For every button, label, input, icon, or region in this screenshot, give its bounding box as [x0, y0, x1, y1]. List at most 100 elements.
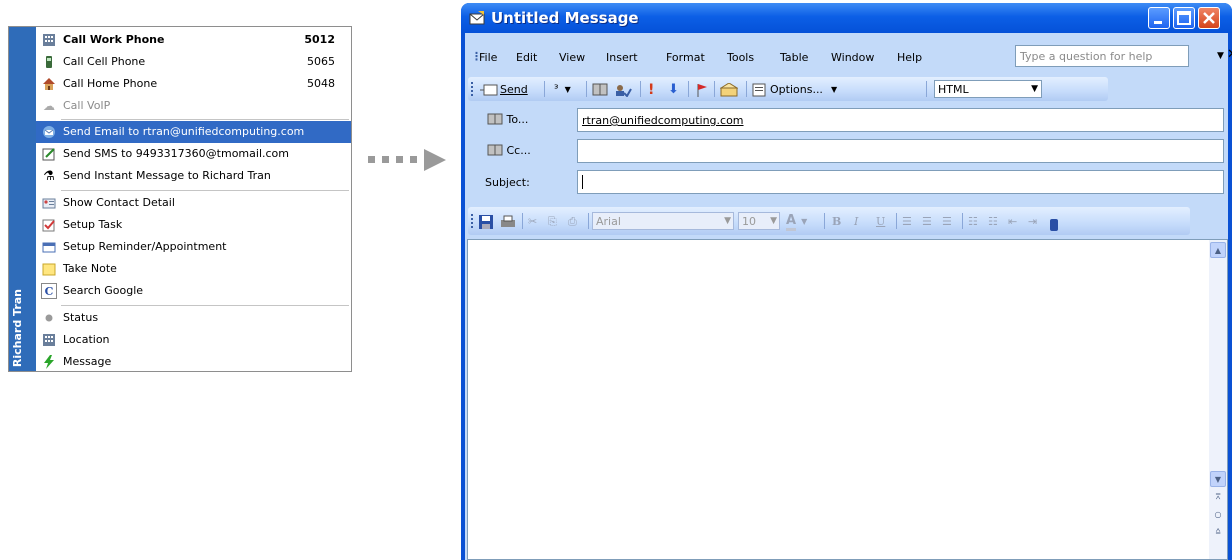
- menu-item-search-google[interactable]: C Search Google: [36, 280, 351, 302]
- save-button[interactable]: [479, 213, 493, 230]
- bullets-button[interactable]: ☷: [988, 213, 998, 230]
- bold-button[interactable]: B: [832, 213, 841, 230]
- text-cursor: [582, 175, 583, 189]
- message-format-select[interactable]: HTML ▼: [934, 80, 1042, 98]
- menu-item-call-home-phone[interactable]: Call Home Phone 5048: [36, 73, 351, 95]
- underline-button[interactable]: U: [876, 213, 885, 230]
- align-center-icon: ☰: [922, 215, 932, 228]
- menu-item-setup-reminder[interactable]: Setup Reminder/Appointment: [36, 236, 351, 258]
- paste-icon: ⎙: [568, 214, 577, 228]
- send-icon: [480, 84, 498, 95]
- cc-field[interactable]: [577, 139, 1224, 163]
- numbering-button[interactable]: ☷: [968, 213, 978, 230]
- menu-tools[interactable]: Tools: [727, 51, 754, 64]
- menu-item-call-voip[interactable]: ☁ Call VoIP: [36, 95, 351, 117]
- cc-button[interactable]: Cc...: [487, 144, 531, 157]
- align-right-button[interactable]: ☰: [942, 213, 952, 230]
- voip-icon: ☁: [43, 99, 55, 113]
- menu-edit[interactable]: Edit: [516, 51, 537, 64]
- scroll-down-button[interactable]: ▼: [1210, 471, 1226, 487]
- address-book-icon: [487, 113, 503, 125]
- instant-message-icon: ⚗: [43, 168, 55, 184]
- menu-separator: [61, 305, 349, 306]
- close-button[interactable]: [1198, 7, 1220, 29]
- bold-icon: B: [832, 215, 842, 228]
- subject-label: Subject:: [485, 176, 530, 189]
- arrow-dot: [396, 156, 403, 163]
- to-field[interactable]: rtran@unifiedcomputing.com: [577, 108, 1224, 132]
- minimize-button[interactable]: [1148, 7, 1170, 29]
- location-icon: [41, 332, 57, 348]
- menu-item-take-note[interactable]: Take Note: [36, 258, 351, 280]
- menu-table[interactable]: Table: [780, 51, 808, 64]
- increase-indent-button[interactable]: ⇥: [1028, 213, 1037, 230]
- menu-item-send-email[interactable]: Send Email to rtran@unifiedcomputing.com: [36, 121, 351, 143]
- toolbar-options-chevron[interactable]: [1050, 219, 1058, 231]
- next-object-button[interactable]: ⩠: [1210, 523, 1226, 539]
- select-browse-object-button[interactable]: ○: [1210, 506, 1226, 522]
- calendar-icon: [41, 239, 57, 255]
- menu-insert[interactable]: Insert: [606, 51, 638, 64]
- permission-button[interactable]: [720, 81, 738, 98]
- subject-field[interactable]: [577, 170, 1224, 194]
- arrow-dot: [368, 156, 375, 163]
- attach-file-button[interactable]: ᵌ ▼: [554, 81, 571, 98]
- vertical-scrollbar[interactable]: ▲ ▼ ⩞ ○ ⩠: [1209, 240, 1227, 559]
- arrow-head-icon: [424, 149, 446, 171]
- message-body-editor[interactable]: ▲ ▼ ⩞ ○ ⩠: [467, 239, 1228, 560]
- italic-button[interactable]: I: [854, 213, 858, 230]
- print-button[interactable]: [500, 213, 516, 230]
- paste-button[interactable]: ⎙: [568, 213, 577, 230]
- font-name-select[interactable]: Arial ▼: [592, 212, 734, 230]
- title-bar[interactable]: Untitled Message: [461, 3, 1232, 33]
- copy-icon: ⎘: [548, 214, 557, 228]
- align-center-button[interactable]: ☰: [922, 213, 932, 230]
- decrease-indent-button[interactable]: ⇤: [1008, 213, 1017, 230]
- menu-view[interactable]: View: [559, 51, 585, 64]
- follow-up-flag-button[interactable]: [696, 81, 708, 98]
- close-document-icon[interactable]: ✕: [1227, 47, 1232, 62]
- font-size-select[interactable]: 10 ▼: [738, 212, 780, 230]
- task-icon: [41, 217, 57, 233]
- menu-item-call-work-phone[interactable]: Call Work Phone 5012: [36, 29, 351, 51]
- previous-object-button[interactable]: ⩞: [1210, 489, 1226, 505]
- align-left-button[interactable]: ☰: [902, 213, 912, 230]
- address-book-button[interactable]: [592, 81, 608, 98]
- menu-item-send-instant-message[interactable]: ⚗ Send Instant Message to Richard Tran: [36, 165, 351, 187]
- menu-item-send-sms[interactable]: Send SMS to 9493317360@tmomail.com: [36, 143, 351, 165]
- importance-low-button[interactable]: ⬇: [668, 81, 679, 98]
- help-dropdown-icon[interactable]: ▼: [1217, 51, 1224, 61]
- down-arrow-icon: ⬇: [668, 82, 679, 97]
- menu-file[interactable]: File: [479, 51, 497, 64]
- menu-item-call-cell-phone[interactable]: Call Cell Phone 5065: [36, 51, 351, 73]
- contact-name: Richard Tran: [11, 288, 24, 367]
- help-question-input[interactable]: Type a question for help: [1015, 45, 1189, 67]
- cut-button[interactable]: ✂: [528, 213, 537, 230]
- menu-item-location[interactable]: Location: [36, 329, 351, 351]
- maximize-button[interactable]: [1173, 7, 1195, 29]
- menu-window[interactable]: Window: [831, 51, 874, 64]
- menu-item-status[interactable]: Status: [36, 307, 351, 329]
- double-down-icon: ⩠: [1215, 526, 1221, 535]
- scroll-up-button[interactable]: ▲: [1210, 242, 1226, 258]
- options-button[interactable]: Options... ▼: [752, 81, 837, 98]
- menu-format[interactable]: Format: [666, 51, 705, 64]
- menu-help[interactable]: Help: [897, 51, 922, 64]
- standard-toolbar: Send ᵌ ▼ ! ⬇ Options... ▼ HTML ▼: [468, 77, 1108, 101]
- scissors-icon: ✂: [528, 215, 538, 228]
- menu-item-show-contact-detail[interactable]: Show Contact Detail: [36, 192, 351, 214]
- menu-item-setup-task[interactable]: Setup Task: [36, 214, 351, 236]
- circle-icon: ○: [1214, 509, 1222, 519]
- toolbar-grip: [471, 82, 473, 96]
- menu-item-message[interactable]: Message: [36, 351, 351, 373]
- importance-high-button[interactable]: !: [648, 81, 654, 98]
- to-button[interactable]: To...: [487, 113, 528, 126]
- send-button[interactable]: Send: [480, 81, 528, 98]
- address-book-icon: [592, 83, 608, 96]
- copy-button[interactable]: ⎘: [548, 213, 557, 230]
- check-names-button[interactable]: [614, 81, 632, 98]
- paperclip-icon: ᵌ: [554, 82, 559, 97]
- font-color-button[interactable]: A ▼: [786, 213, 807, 231]
- contact-context-menu: Richard Tran Call Work Phone 5012 Call C…: [8, 26, 352, 372]
- toolbar-grip: [471, 214, 473, 228]
